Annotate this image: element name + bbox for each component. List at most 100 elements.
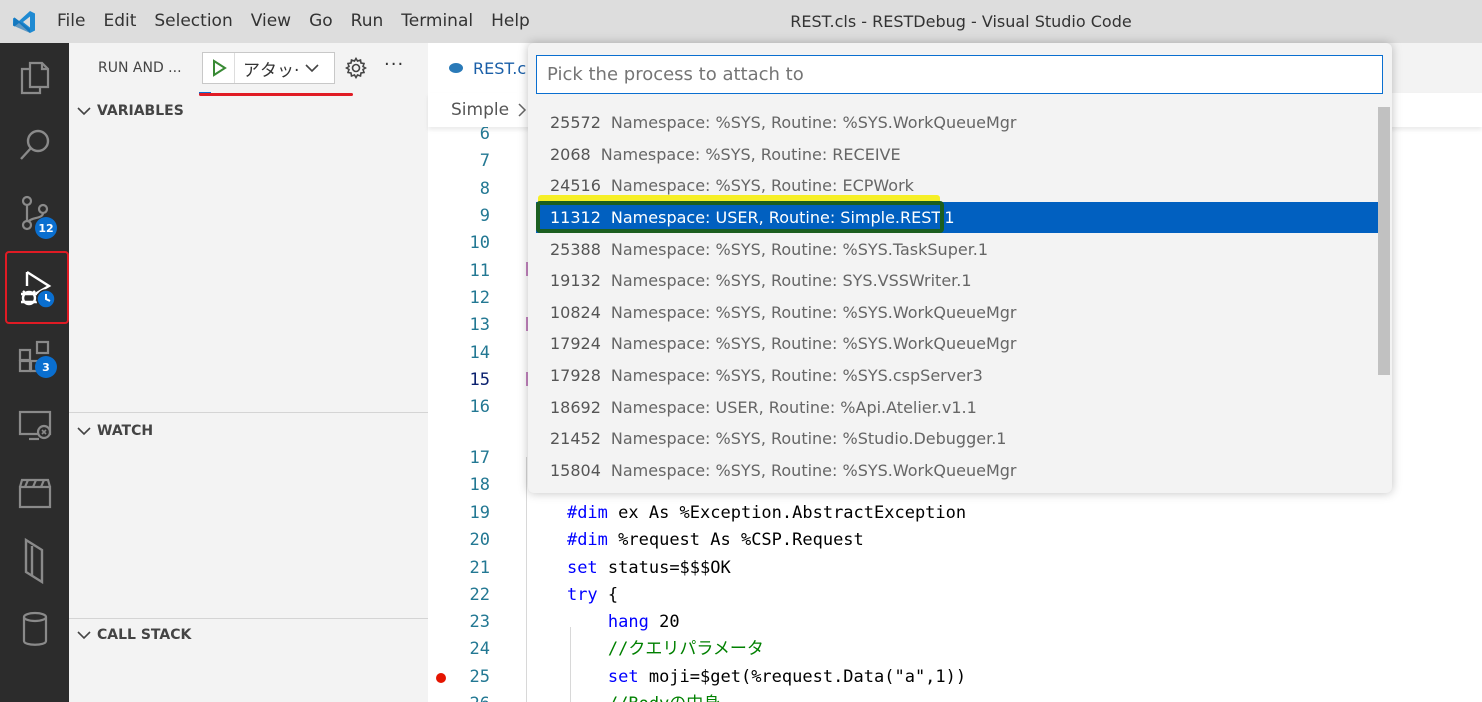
- process-item[interactable]: 18692 Namespace: USER, Routine: %Api.Atel…: [528, 391, 1383, 423]
- line-number: 8: [479, 179, 490, 199]
- section-divider: [69, 618, 428, 619]
- code-text: //クエリパラメータ: [526, 639, 764, 659]
- process-description: Namespace: %SYS, Routine: SYS.VSSWriter.…: [610, 271, 972, 291]
- code-text: try {: [566, 585, 619, 605]
- extensions-button[interactable]: 3: [0, 323, 69, 391]
- explorer-button[interactable]: [0, 43, 69, 111]
- annotation-red-underline: [199, 93, 353, 96]
- clapperboard-button[interactable]: [0, 459, 69, 527]
- menu-selection[interactable]: Selection: [145, 0, 241, 43]
- process-id: 2068: [550, 144, 591, 164]
- annotation-red-box: [5, 251, 69, 324]
- menu-view[interactable]: View: [242, 0, 300, 43]
- process-description: Namespace: %SYS, Routine: %SYS.TaskSuper…: [610, 239, 989, 259]
- variables-title: VARIABLES: [97, 103, 184, 119]
- extensions-badge: 3: [35, 356, 57, 378]
- breadcrumb-item[interactable]: Simple: [451, 100, 509, 120]
- search-icon: [19, 129, 49, 160]
- process-id: 24516: [550, 176, 601, 196]
- process-quick-pick: 25572 Namespace: %SYS, Routine: %SYS.Work…: [528, 43, 1392, 493]
- code-line: 24 //クエリパラメータ: [428, 636, 1482, 663]
- remote-explorer-icon: [18, 410, 51, 441]
- chevron-down-icon: [77, 427, 91, 436]
- line-number: 13: [469, 315, 490, 335]
- chevron-right-icon: [518, 103, 527, 117]
- variables-section: VARIABLES: [69, 100, 428, 122]
- process-description: Namespace: %SYS, Routine: %SYS.WorkQueue…: [610, 302, 1017, 322]
- remote-explorer-button[interactable]: [0, 391, 69, 459]
- menu-bar: File Edit Selection View Go Run Terminal…: [48, 0, 539, 43]
- process-description: Namespace: %SYS, Routine: ECPWork: [610, 176, 914, 196]
- code-line: 21 set status=$$$OK: [428, 555, 1482, 582]
- start-debugging-button[interactable]: [203, 53, 235, 83]
- line-number: 18: [469, 475, 490, 495]
- variables-header[interactable]: VARIABLES: [69, 100, 428, 122]
- process-id: 25572: [550, 113, 601, 133]
- watch-header[interactable]: WATCH: [69, 420, 428, 442]
- quick-pick-input[interactable]: [536, 55, 1383, 94]
- code-line: 26 //Bodyの中身: [428, 691, 1482, 702]
- process-description: Namespace: USER, Routine: %Api.Atelier.v…: [610, 397, 977, 417]
- process-item[interactable]: 15804 Namespace: %SYS, Routine: %SYS.Work…: [528, 455, 1383, 487]
- code-text: set status=$$$OK: [566, 558, 731, 578]
- line-number: 14: [469, 343, 490, 363]
- debug-config-label: アタッ·: [243, 60, 300, 81]
- tab-label: REST.c: [473, 58, 527, 78]
- code-line: 19 #dim ex As %Exception.AbstractExcepti…: [428, 500, 1482, 527]
- process-description: Namespace: %SYS, Routine: %SYS.WorkQueue…: [610, 113, 1017, 133]
- process-item[interactable]: 17928 Namespace: %SYS, Routine: %SYS.cspS…: [528, 360, 1383, 392]
- intersystems-button[interactable]: [0, 527, 69, 595]
- line-number: 23: [469, 612, 490, 632]
- process-id: 17924: [550, 334, 601, 354]
- list-scrollbar[interactable]: [1378, 107, 1390, 375]
- process-id: 10824: [550, 302, 601, 322]
- chevron-down-icon: [305, 64, 319, 73]
- call-stack-title: CALL STACK: [97, 627, 192, 643]
- line-number: 10: [469, 233, 490, 253]
- process-item[interactable]: 25572 Namespace: %SYS, Routine: %SYS.Work…: [528, 107, 1383, 139]
- code-line: 20 #dim %request As %CSP.Request: [428, 527, 1482, 554]
- process-id: 25388: [550, 239, 601, 259]
- process-id: 17928: [550, 366, 601, 386]
- process-item[interactable]: 19132 Namespace: %SYS, Routine: SYS.VSSWr…: [528, 265, 1383, 297]
- source-control-button[interactable]: 12: [0, 179, 69, 247]
- line-number: 11: [469, 261, 490, 281]
- process-item[interactable]: 21452 Namespace: %SYS, Routine: %Studio.D…: [528, 423, 1383, 455]
- tab-rest-cls[interactable]: REST.c: [428, 43, 540, 93]
- menu-edit[interactable]: Edit: [94, 0, 145, 43]
- menu-file[interactable]: File: [48, 0, 94, 43]
- process-description: Namespace: %SYS, Routine: %SYS.WorkQueue…: [610, 334, 1017, 354]
- run-debug-sidebar: RUN AND ... アタッ· ··· VARIABLES WATCH CAL…: [69, 43, 428, 702]
- menu-run[interactable]: Run: [342, 0, 393, 43]
- call-stack-header[interactable]: CALL STACK: [69, 624, 428, 646]
- title-bar: File Edit Selection View Go Run Terminal…: [0, 0, 1482, 43]
- process-id: 15804: [550, 460, 601, 480]
- menu-terminal[interactable]: Terminal: [392, 0, 482, 43]
- line-number: 7: [479, 151, 490, 171]
- source-control-badge: 12: [35, 217, 57, 239]
- database-button[interactable]: [0, 595, 69, 663]
- process-id: 18692: [550, 397, 601, 417]
- annotation-green-outline: [536, 201, 944, 233]
- code-line: 25 set moji=$get(%request.Data("a",1)): [428, 664, 1482, 691]
- line-number: 22: [469, 585, 490, 605]
- process-item[interactable]: 17924 Namespace: %SYS, Routine: %SYS.Work…: [528, 328, 1383, 360]
- process-item[interactable]: 2068 Namespace: %SYS, Routine: RECEIVE: [528, 139, 1383, 171]
- files-icon: [20, 61, 49, 95]
- process-description: Namespace: %SYS, Routine: %Studio.Debugg…: [610, 429, 1007, 449]
- menu-help[interactable]: Help: [482, 0, 539, 43]
- code-line: 23 hang 20: [428, 609, 1482, 636]
- debug-config-select[interactable]: アタッ·: [202, 52, 335, 84]
- search-button[interactable]: [0, 111, 69, 179]
- menu-go[interactable]: Go: [300, 0, 342, 43]
- process-id: 21452: [550, 429, 601, 449]
- process-item[interactable]: 25388 Namespace: %SYS, Routine: %SYS.Task…: [528, 233, 1383, 265]
- file-type-icon: [449, 63, 463, 73]
- line-number: 16: [469, 397, 490, 417]
- process-list: 25572 Namespace: %SYS, Routine: %SYS.Work…: [528, 107, 1392, 491]
- process-item[interactable]: 10824 Namespace: %SYS, Routine: %SYS.Work…: [528, 297, 1383, 329]
- open-launch-json-button[interactable]: [344, 56, 368, 83]
- watch-section: WATCH: [69, 420, 428, 442]
- line-number: 24: [469, 639, 490, 659]
- more-actions-button[interactable]: ···: [384, 54, 404, 75]
